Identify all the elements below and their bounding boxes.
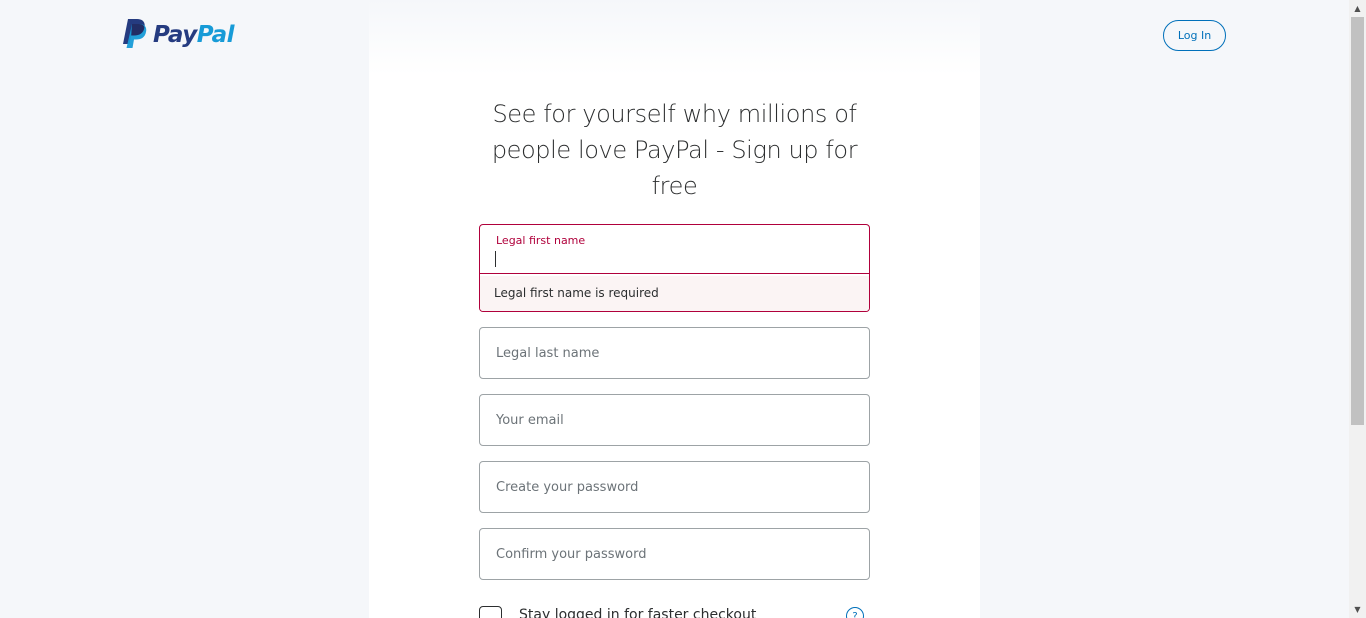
scroll-down-icon[interactable]: ▼ (1349, 601, 1366, 618)
paypal-logo[interactable]: PayPal (121, 18, 235, 53)
paypal-wordmark: PayPal (153, 22, 235, 48)
email-field[interactable] (479, 394, 870, 446)
password-input[interactable] (480, 462, 869, 512)
help-icon[interactable]: ? (846, 607, 864, 618)
confirm-password-field[interactable] (479, 528, 870, 580)
password-field[interactable] (479, 461, 870, 513)
vertical-scrollbar[interactable]: ▲ ▼ (1349, 0, 1366, 618)
stay-logged-in-row: Stay logged in for faster checkout ? (479, 605, 870, 618)
scroll-up-icon[interactable]: ▲ (1349, 0, 1366, 17)
text-cursor (495, 251, 496, 267)
last-name-field[interactable] (479, 327, 870, 379)
last-name-input[interactable] (480, 328, 869, 378)
first-name-label: Legal first name (496, 234, 586, 247)
confirm-password-input[interactable] (480, 529, 869, 579)
stay-logged-in-checkbox[interactable] (479, 606, 502, 618)
first-name-field[interactable]: Legal first name Legal first name is req… (479, 224, 870, 312)
first-name-input[interactable] (480, 225, 869, 274)
first-name-error: Legal first name is required (480, 276, 869, 311)
email-input[interactable] (480, 395, 869, 445)
stay-logged-in-label[interactable]: Stay logged in for faster checkout (519, 607, 756, 618)
page-title: See for yourself why millions of people … (491, 100, 858, 200)
scroll-thumb[interactable] (1351, 17, 1364, 425)
signup-page: PayPal Log In See for yourself why milli… (0, 0, 1366, 618)
login-button[interactable]: Log In (1163, 20, 1226, 51)
paypal-p-logo-icon (121, 18, 147, 53)
